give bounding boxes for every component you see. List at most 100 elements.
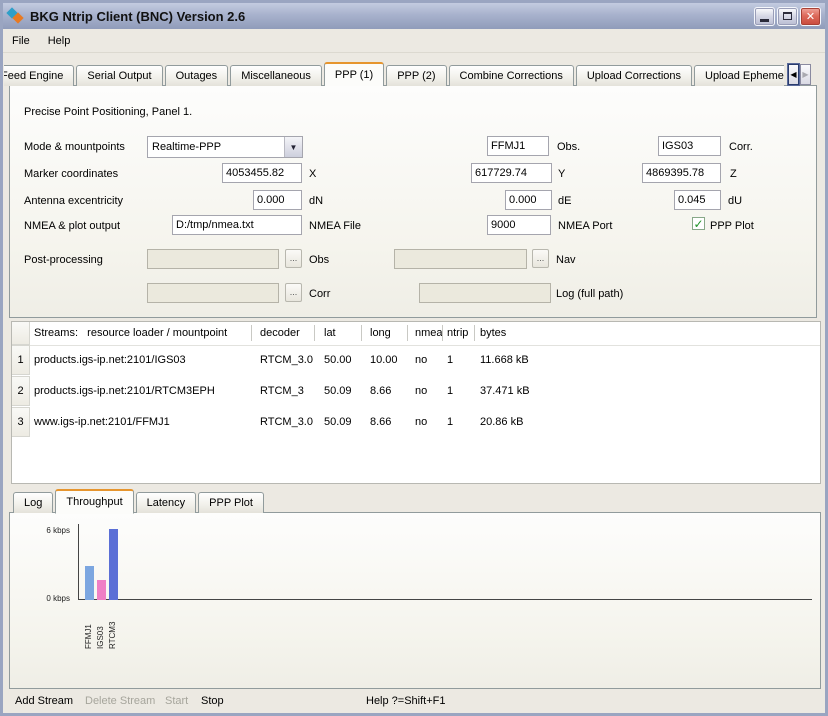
bar-rtcm3 [109, 529, 118, 600]
post-log-file-input[interactable] [419, 283, 551, 303]
cell-nmea: no [415, 416, 427, 428]
close-icon: ✕ [806, 10, 815, 23]
nmea-port-label: NMEA Port [558, 220, 612, 232]
streams-table[interactable]: Streams: resource loader / mountpoint de… [11, 321, 821, 484]
antenna-du-input[interactable] [674, 190, 721, 210]
delete-stream-button[interactable]: Delete Stream [85, 695, 155, 707]
browse-corr-button[interactable]: ... [285, 283, 302, 302]
maximize-icon [783, 12, 792, 20]
tab-feed-engine[interactable]: Feed Engine [4, 65, 74, 86]
marker-x-label: X [309, 168, 316, 180]
cell-decoder: RTCM_3.0 [260, 416, 313, 428]
chevron-down-icon: ▼ [290, 143, 298, 152]
marker-x-input[interactable] [222, 163, 302, 183]
menu-file[interactable]: File [3, 32, 39, 50]
cell-mountpoint: products.igs-ip.net:2101/IGS03 [34, 354, 186, 366]
ppp-plot-checkbox[interactable]: ✓ [692, 217, 705, 230]
y-tick-top: 6 kbps [18, 526, 70, 535]
marker-z-input[interactable] [642, 163, 721, 183]
tab-scroll-left-button[interactable]: ◀ [788, 64, 799, 85]
minimize-button[interactable] [754, 7, 775, 26]
tab-ppp-plot[interactable]: PPP Plot [198, 492, 264, 513]
nmea-plot-output-label: NMEA & plot output [24, 220, 120, 232]
tab-upload-ephemeris[interactable]: Upload Ephemeris [694, 65, 784, 86]
bnc-app-icon [7, 8, 25, 24]
maximize-button[interactable] [777, 7, 798, 26]
tab-upload-corrections[interactable]: Upload Corrections [576, 65, 692, 86]
panel-heading: Precise Point Positioning, Panel 1. [24, 106, 192, 118]
combo-dropdown-button[interactable]: ▼ [284, 137, 302, 157]
tab-throughput[interactable]: Throughput [55, 489, 133, 514]
row-number[interactable]: 2 [12, 376, 30, 406]
post-obs-file-input[interactable] [147, 249, 279, 269]
cell-lat: 50.09 [324, 416, 352, 428]
app-window: BKG Ntrip Client (BNC) Version 2.6 ✕ Fil… [0, 0, 828, 716]
cell-ntrip: 1 [447, 416, 453, 428]
tab-log[interactable]: Log [13, 492, 53, 513]
cell-long: 10.00 [370, 354, 398, 366]
post-obs-label: Obs [309, 254, 329, 266]
mode-mountpoints-label: Mode & mountpoints [24, 141, 125, 153]
browse-nav-button[interactable]: ... [532, 249, 549, 268]
tab-scroll-right-button[interactable]: ▶ [800, 64, 811, 85]
cell-decoder: RTCM_3.0 [260, 354, 313, 366]
checkmark-icon: ✓ [693, 218, 703, 230]
col-header-lat: lat [324, 327, 336, 339]
antenna-du-label: dU [728, 195, 742, 207]
table-row[interactable]: 1 products.igs-ip.net:2101/IGS03 RTCM_3.… [12, 345, 820, 376]
tab-ppp-1[interactable]: PPP (1) [324, 62, 384, 86]
action-bar: Add Stream Delete Stream Start Stop Help… [3, 691, 825, 713]
col-header-decoder: decoder [260, 327, 300, 339]
cell-lat: 50.00 [324, 354, 352, 366]
tab-ppp-2[interactable]: PPP (2) [386, 65, 446, 86]
table-row[interactable]: 3 www.igs-ip.net:2101/FFMJ1 RTCM_3.0 50.… [12, 407, 820, 438]
table-corner-cell [12, 322, 30, 345]
cell-ntrip: 1 [447, 354, 453, 366]
post-corr-label: Corr [309, 288, 330, 300]
nmea-port-input[interactable] [487, 215, 551, 235]
col-header-streams: Streams: resource loader / mountpoint [34, 327, 227, 339]
antenna-dn-input[interactable] [253, 190, 302, 210]
title-bar[interactable]: BKG Ntrip Client (BNC) Version 2.6 ✕ [3, 3, 825, 29]
post-corr-file-input[interactable] [147, 283, 279, 303]
antenna-de-label: dE [558, 195, 571, 207]
bottom-tab-bar: Log Throughput Latency PPP Plot [13, 487, 266, 513]
nmea-file-input[interactable] [172, 215, 302, 235]
post-nav-label: Nav [556, 254, 576, 266]
mode-combobox[interactable]: Realtime-PPP ▼ [147, 136, 303, 158]
close-button[interactable]: ✕ [800, 7, 821, 26]
col-header-bytes: bytes [480, 327, 506, 339]
cell-long: 8.66 [370, 416, 391, 428]
col-header-nmea: nmea [415, 327, 443, 339]
col-header-long: long [370, 327, 391, 339]
marker-y-input[interactable] [471, 163, 552, 183]
row-number[interactable]: 3 [12, 407, 30, 437]
cell-lat: 50.09 [324, 385, 352, 397]
marker-z-label: Z [730, 168, 737, 180]
tab-serial-output[interactable]: Serial Output [76, 65, 162, 86]
antenna-excentricity-label: Antenna excentricity [24, 195, 123, 207]
obs-mountpoint-input[interactable] [487, 136, 549, 156]
stop-button[interactable]: Stop [201, 695, 224, 707]
cell-bytes: 20.86 kB [480, 416, 523, 428]
x-label-ffmj1: FFMJ1 [83, 605, 95, 649]
browse-obs-button[interactable]: ... [285, 249, 302, 268]
add-stream-button[interactable]: Add Stream [15, 695, 73, 707]
obs-label: Obs. [557, 141, 580, 153]
ppp-plot-label: PPP Plot [710, 220, 754, 232]
start-button[interactable]: Start [165, 695, 188, 707]
corr-mountpoint-input[interactable] [658, 136, 721, 156]
throughput-chart: 6 kbps 0 kbps FFMJ1 IGS03 RTCM3 [10, 513, 820, 688]
tab-latency[interactable]: Latency [136, 492, 197, 513]
post-nav-file-input[interactable] [394, 249, 527, 269]
antenna-de-input[interactable] [505, 190, 552, 210]
post-log-label: Log (full path) [556, 288, 623, 300]
row-number[interactable]: 1 [12, 345, 30, 375]
tab-outages[interactable]: Outages [165, 65, 229, 86]
tab-combine-corrections[interactable]: Combine Corrections [449, 65, 574, 86]
cell-bytes: 37.471 kB [480, 385, 530, 397]
y-tick-bottom: 0 kbps [18, 594, 70, 603]
table-row[interactable]: 2 products.igs-ip.net:2101/RTCM3EPH RTCM… [12, 376, 820, 407]
menu-help[interactable]: Help [39, 32, 80, 50]
tab-miscellaneous[interactable]: Miscellaneous [230, 65, 322, 86]
